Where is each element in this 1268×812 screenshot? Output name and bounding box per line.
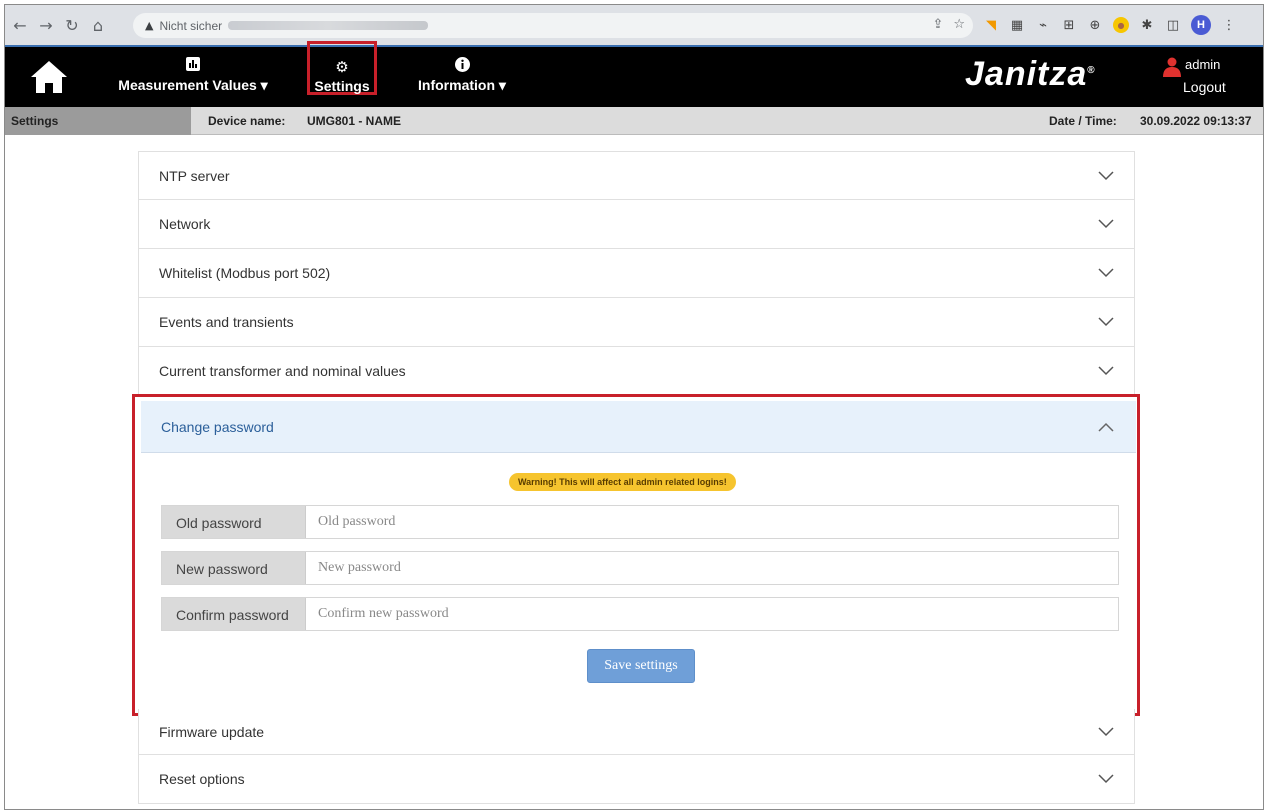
kebab-menu-icon[interactable]: ⋮ [1221,17,1237,33]
device-name-value: UMG801 - NAME [307,114,402,128]
accordion-item-ntp-server[interactable]: NTP server [138,151,1135,200]
accordion-item-label: NTP server [159,167,230,184]
old-password-row: Old password [161,505,1119,539]
reload-icon[interactable]: ↻ [61,14,83,36]
warning-triangle-icon: ▲ [145,19,154,32]
device-name-label: Device name: [208,114,286,128]
accordion-item-events[interactable]: Events and transients [138,298,1135,347]
sidepanel-icon[interactable]: ◫ [1165,17,1181,33]
profile-avatar[interactable]: H [1191,15,1211,35]
accordion-item-reset-options[interactable]: Reset options [138,755,1135,804]
globe-extension-icon[interactable]: ⊕ [1087,17,1103,33]
nav-measurement-label: Measurement Values ▾ [118,77,268,93]
home-icon[interactable] [29,59,69,95]
chevron-down-icon [1098,317,1114,327]
settings-accordion: NTP server Network Whitelist (Modbus por… [138,151,1135,396]
accordion-item-label: Events and transients [159,314,294,330]
back-icon[interactable]: ← [9,14,31,36]
datetime-value: 30.09.2022 09:13:37 [1140,114,1252,128]
nav-settings[interactable]: ⚙ Settings [307,41,377,95]
change-password-panel-highlight: Change password Warning! This will affec… [132,394,1140,716]
brand-registered-mark: ® [1087,65,1096,76]
puzzle-extensions-icon[interactable]: ✱ [1139,17,1155,33]
home-browser-icon[interactable]: ⌂ [87,14,109,36]
grid-extension-icon[interactable]: ⊞ [1061,17,1077,33]
old-password-label: Old password [162,506,306,538]
info-icon [412,57,512,77]
accordion-item-whitelist[interactable]: Whitelist (Modbus port 502) [138,249,1135,298]
accordion-item-firmware-update[interactable]: Firmware update [138,709,1135,755]
bookmark-star-icon[interactable]: ☆ [953,17,965,32]
yellow-extension-icon[interactable]: ● [1113,17,1129,33]
screenshot-frame: ← → ↻ ⌂ ▲ Nicht sicher ⇪ ☆ ◥ ▦ ⌁ ⊞ ⊕ ● ✱… [4,4,1264,810]
old-password-input[interactable] [306,506,1118,538]
datetime-label: Date / Time: [1049,114,1117,128]
accordion-item-label: Firmware update [159,723,265,740]
app-navbar: Measurement Values ▾ ⚙ Settings Informat… [5,41,1263,107]
forward-icon[interactable]: → [35,14,57,36]
accordion-item-current-transformer[interactable]: Current transformer and nominal values [138,347,1135,396]
accordion-item-label: Current transformer and nominal values [159,363,406,379]
new-password-row: New password [161,551,1119,585]
nav-information-label: Information ▾ [418,77,506,93]
accordion-item-change-password[interactable]: Change password [141,401,1136,453]
accordion-item-label: Network [159,216,211,232]
brand-text: Janitza [965,55,1088,93]
new-password-input[interactable] [306,552,1118,584]
status-bar: Settings Device name: UMG801 - NAME Date… [5,107,1263,135]
chevron-up-icon [1098,422,1114,432]
chevron-down-icon [1098,219,1114,229]
new-password-label: New password [162,552,306,584]
security-label: Nicht sicher [159,18,223,33]
confirm-password-label: Confirm password [162,598,306,630]
nav-information[interactable]: Information ▾ [412,57,512,94]
chevron-down-icon [1098,726,1114,736]
save-settings-button[interactable]: Save settings [587,649,695,683]
blurred-url [228,21,429,30]
settings-accordion-bottom: Firmware update Reset options [138,709,1135,804]
address-bar[interactable]: ▲ Nicht sicher ⇪ ☆ [133,13,973,38]
tool-extension-icon[interactable]: ⌁ [1035,17,1051,33]
section-label: Settings [5,107,191,135]
nav-measurement-values[interactable]: Measurement Values ▾ [113,57,273,94]
warning-badge: Warning! This will affect all admin rela… [509,473,736,491]
confirm-password-input[interactable] [306,598,1118,630]
accordion-item-label: Reset options [159,771,245,787]
janitza-logo: Janitza® [965,55,1096,94]
logout-link[interactable]: Logout [1183,79,1226,95]
rss-extension-icon[interactable]: ◥ [983,17,999,33]
nav-settings-label: Settings [314,78,370,94]
share-icon[interactable]: ⇪ [932,17,943,32]
user-icon [1163,57,1181,77]
chevron-down-icon [1098,774,1114,784]
accordion-item-label: Whitelist (Modbus port 502) [159,265,331,281]
user-name: admin [1185,57,1221,72]
accordion-item-network[interactable]: Network [138,200,1135,249]
chart-icon [113,57,273,77]
confirm-password-row: Confirm password [161,597,1119,631]
extensions-bar: ◥ ▦ ⌁ ⊞ ⊕ ● ✱ ◫ H ⋮ [983,15,1237,35]
accordion-item-label: Change password [161,418,274,435]
gear-icon: ⚙ [335,58,349,76]
chevron-down-icon [1098,268,1114,278]
browser-toolbar: ← → ↻ ⌂ ▲ Nicht sicher ⇪ ☆ ◥ ▦ ⌁ ⊞ ⊕ ● ✱… [5,5,1263,45]
chevron-down-icon [1098,170,1114,180]
calendar-extension-icon[interactable]: ▦ [1009,17,1025,33]
chevron-down-icon [1098,366,1114,376]
change-password-form: Warning! This will affect all admin rela… [141,453,1136,711]
